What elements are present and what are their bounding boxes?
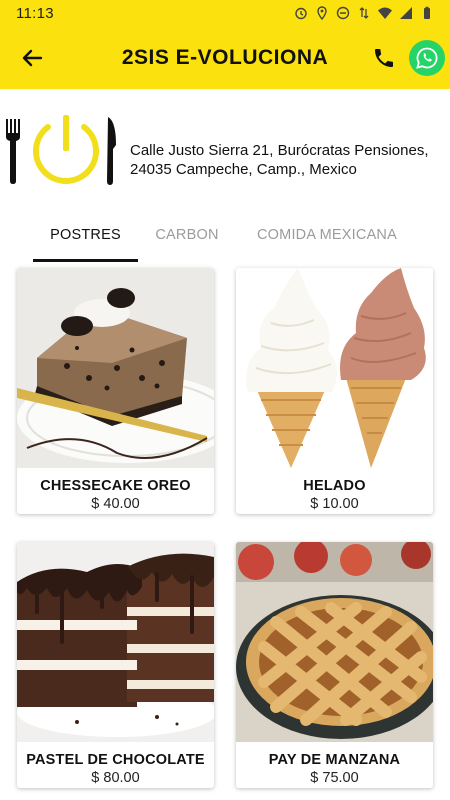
data-transfer-icon: [357, 6, 371, 20]
fork-power-knife-logo: [6, 115, 116, 185]
app-bar: 2SIS E-VOLUCIONA: [0, 28, 450, 89]
product-name: PASTEL DE CHOCOLATE: [26, 752, 205, 768]
status-bar: 11:13: [0, 0, 450, 28]
call-button[interactable]: [370, 44, 398, 72]
product-price: $ 75.00: [310, 770, 359, 786]
whatsapp-icon: [416, 47, 438, 69]
chocolate-cake-image: [17, 542, 214, 742]
phone-icon: [375, 49, 393, 67]
arrow-left-icon: [22, 49, 43, 67]
apple-pie-image: [236, 542, 433, 742]
product-name: HELADO: [303, 478, 366, 494]
product-card[interactable]: PASTEL DE CHOCOLATE $ 80.00: [17, 542, 214, 788]
app-header: 11:13 2SIS E-VOLUCIONA: [0, 0, 450, 89]
product-card[interactable]: CHESSECAKE OREO $ 40.00: [17, 268, 214, 514]
tab-comida-mexicana[interactable]: COMIDA MEXICANA: [242, 214, 412, 262]
product-card[interactable]: PAY DE MANZANA $ 75.00: [236, 542, 433, 788]
product-name: PAY DE MANZANA: [268, 752, 401, 768]
product-price: $ 40.00: [91, 496, 140, 512]
tab-carbon[interactable]: CARBON: [138, 214, 236, 262]
product-name: CHESSECAKE OREO: [40, 478, 191, 494]
tab-postres[interactable]: POSTRES: [33, 214, 138, 262]
location-icon: [315, 6, 329, 20]
restaurant-address: Calle Justo Sierra 21, Burócratas Pensio…: [130, 141, 448, 179]
oreo-cheesecake-image: [17, 268, 214, 468]
restaurant-info: Calle Justo Sierra 21, Burócratas Pensio…: [0, 89, 450, 214]
signal-icon: [399, 6, 413, 20]
battery-icon: [420, 6, 434, 20]
product-price: $ 10.00: [310, 496, 359, 512]
address-line-2: 24035 Campeche, Camp., Mexico: [130, 161, 357, 178]
back-button[interactable]: [18, 44, 46, 72]
do-not-disturb-icon: [336, 6, 350, 20]
whatsapp-button[interactable]: [409, 40, 445, 76]
product-price: $ 80.00: [91, 770, 140, 786]
status-time: 11:13: [16, 5, 54, 22]
category-tabs: POSTRES CARBON COMIDA MEXICANA: [0, 214, 450, 262]
address-line-1: Calle Justo Sierra 21, Burócratas Pensio…: [130, 142, 429, 159]
wifi-icon: [378, 6, 392, 20]
product-grid: CHESSECAKE OREO $ 40.00 HELADO $ 10.00 P…: [0, 262, 450, 800]
ice-cream-cones-image: [236, 268, 433, 468]
alarm-icon: [294, 6, 308, 20]
status-icons: [294, 6, 434, 20]
product-card[interactable]: HELADO $ 10.00: [236, 268, 433, 514]
